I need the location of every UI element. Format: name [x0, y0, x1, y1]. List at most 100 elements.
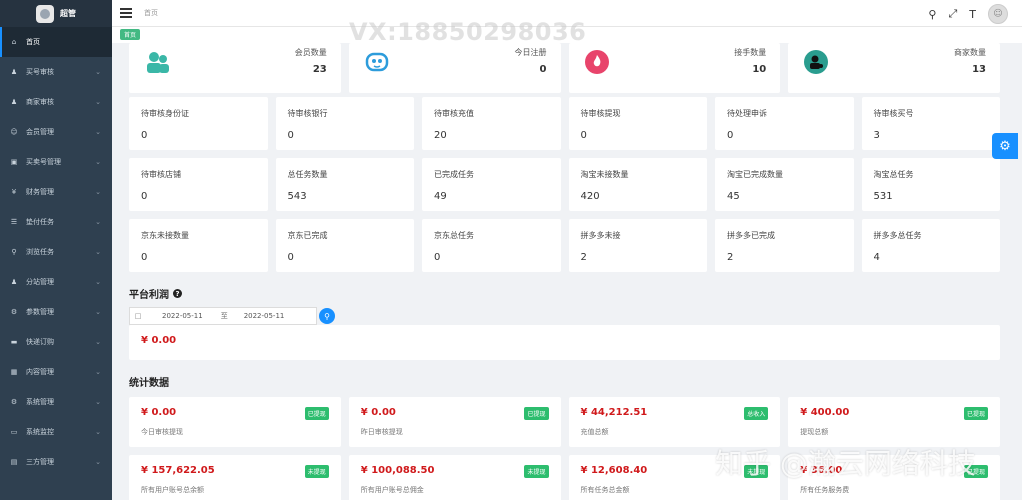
metric-value: 3: [873, 130, 880, 141]
statistic-amount: ¥ 0.00: [141, 407, 177, 418]
sidebar-item-8[interactable]: ♟ 分站管理 ⌄: [0, 267, 112, 297]
grid-icon: ▦: [10, 368, 18, 376]
sidebar-item-label: 内容管理: [26, 368, 54, 376]
sidebar-item-label: 财务管理: [26, 188, 54, 196]
date-separator: 至: [220, 312, 228, 320]
home-icon: ⌂: [11, 38, 17, 46]
metric-label: 待审核店铺: [141, 170, 181, 179]
statistic-desc: 所有任务总金额: [580, 486, 630, 494]
settings-float-button[interactable]: ⚙: [992, 133, 1018, 159]
breadcrumb[interactable]: 首页: [144, 8, 158, 18]
font-size-icon[interactable]: T: [969, 8, 976, 21]
avatar[interactable]: ☺: [988, 4, 1008, 24]
metric-label: 淘宝未接数量: [580, 170, 629, 179]
robot-icon: [363, 48, 391, 76]
sidebar: 超管 ⌂ 首页 ♟ 买号审核 ⌄ ♟ 商家审核 ⌄ ☺ 会员管理 ⌄ ▣ 买卖号管理 ⌄ ¥ 财务管理 ⌄ ☰ 垫付…: [0, 0, 112, 500]
sidebar-item-2[interactable]: ♟ 商家审核 ⌄: [0, 87, 112, 117]
gear-icon: ⚙: [999, 138, 1011, 154]
metric-cell: 待审核店铺 0: [129, 158, 268, 211]
metric-value: 2: [580, 252, 587, 263]
chevron-down-icon: ⌄: [95, 218, 101, 226]
metric-label: 待审核买号: [873, 109, 914, 118]
metric-label: 拼多多未接: [580, 231, 621, 240]
sidebar-item-3[interactable]: ☺ 会员管理 ⌄: [0, 117, 112, 147]
sidebar-item-12[interactable]: ⚙ 系统管理 ⌄: [0, 387, 112, 417]
help-icon[interactable]: ?: [173, 289, 182, 298]
metric-label: 京东总任务: [434, 231, 474, 240]
end-date[interactable]: 2022-05-11: [244, 312, 285, 320]
statistic-desc: 昨日审核提现: [360, 428, 403, 436]
stat-label: 今日注册: [514, 48, 547, 57]
statistic-desc: 提现总额: [800, 428, 829, 436]
metric-cell: 待审核身份证 0: [129, 97, 268, 150]
sidebar-item-4[interactable]: ▣ 买卖号管理 ⌄: [0, 147, 112, 177]
user-icon: ♟: [10, 98, 18, 106]
statistic-amount: ¥ 44,212.51: [580, 407, 648, 418]
car-icon: ▣: [10, 158, 18, 166]
brand-name: 超管: [60, 9, 76, 18]
profit-title-text: 平台利润: [129, 290, 169, 301]
sidebar-item-9[interactable]: ⚙ 参数管理 ⌄: [0, 297, 112, 327]
sidebar-item-label: 浏览任务: [26, 248, 54, 256]
search-icon[interactable]: ⚲: [928, 8, 936, 21]
metric-value: 0: [727, 130, 734, 141]
sidebar-item-14[interactable]: ▤ 三方管理 ⌄: [0, 447, 112, 477]
statistic-card: ¥ 0.00 已提现 今日审核提现: [129, 397, 341, 447]
sidebar-item-1[interactable]: ♟ 买号审核 ⌄: [0, 57, 112, 87]
gear-icon: ⚙: [10, 398, 18, 406]
metric-label: 待审核提现: [580, 109, 621, 118]
metric-value: 0: [580, 130, 587, 141]
metric-cell: 拼多多已完成 2: [715, 219, 854, 272]
statistic-desc: 所有用户账号总佣金: [360, 486, 424, 494]
sidebar-item-label: 首页: [26, 38, 40, 46]
watermark-top: VX:18850298036: [349, 18, 587, 46]
sidebar-item-11[interactable]: ▦ 内容管理 ⌄: [0, 357, 112, 387]
metric-cell: 总任务数量 543: [275, 158, 414, 211]
sidebar-item-7[interactable]: ⚲ 浏览任务 ⌄: [0, 237, 112, 267]
sidebar-item-label: 快递订购: [26, 338, 54, 346]
sidebar-item-label: 系统管理: [26, 398, 54, 406]
date-range-picker[interactable]: □ 2022-05-11 至 2022-05-11: [129, 307, 317, 325]
sidebar-item-6[interactable]: ☰ 垫付任务 ⌄: [0, 207, 112, 237]
chevron-down-icon: ⌄: [95, 278, 101, 286]
metric-cell: 待处理申诉 0: [715, 97, 854, 150]
sidebar-item-0[interactable]: ⌂ 首页: [0, 27, 112, 57]
metric-value: 0: [141, 191, 148, 202]
stat-label: 商家数量: [954, 48, 986, 57]
list-icon: ☰: [10, 218, 18, 226]
metric-cell: 淘宝未接数量 420: [568, 158, 707, 211]
metric-label: 淘宝已完成数量: [727, 170, 783, 179]
start-date[interactable]: 2022-05-11: [162, 312, 203, 320]
sidebar-item-label: 买号审核: [26, 68, 54, 76]
brand[interactable]: 超管: [0, 0, 112, 27]
statistic-amount: ¥ 157,622.05: [141, 465, 215, 476]
menu-toggle-icon[interactable]: [120, 8, 132, 18]
sidebar-item-label: 商家审核: [26, 98, 54, 106]
metric-cell: 京东总任务 0: [422, 219, 561, 272]
metric-label: 待审核充值: [434, 109, 474, 118]
statistics-title: 统计数据: [129, 378, 169, 389]
tag-home[interactable]: 首页: [120, 29, 141, 40]
fullscreen-icon[interactable]: ⤢: [948, 7, 957, 21]
sidebar-item-13[interactable]: ▭ 系统监控 ⌄: [0, 417, 112, 447]
statistic-card: ¥ 400.00 已提现 提现总额: [788, 397, 1000, 447]
sidebar-item-5[interactable]: ¥ 财务管理 ⌄: [0, 177, 112, 207]
stat-value: 0: [539, 64, 547, 75]
stat-card: 会员数量 23: [129, 43, 341, 93]
users-icon: [143, 48, 171, 76]
metric-label: 已完成任务: [434, 170, 474, 179]
statistic-desc: 今日审核提现: [141, 428, 183, 436]
chevron-down-icon: ⌄: [95, 248, 101, 256]
merchant-icon: [802, 48, 830, 76]
metric-cell: 待审核银行 0: [275, 97, 414, 150]
statistic-card: ¥ 100,088.50 未提现 所有用户账号总佣金: [348, 455, 561, 500]
sidebar-item-label: 三方管理: [26, 458, 54, 466]
metric-label: 待处理申诉: [727, 109, 767, 118]
truck-icon: ▬: [10, 338, 18, 346]
sidebar-item-10[interactable]: ▬ 快递订购 ⌄: [0, 327, 112, 357]
statistic-card: ¥ 0.00 已提现 昨日审核提现: [348, 397, 561, 447]
search-button[interactable]: ⚲: [319, 308, 335, 324]
stat-label: 接手数量: [734, 48, 767, 57]
metric-label: 京东未接数量: [141, 231, 189, 240]
metric-label: 拼多多已完成: [727, 231, 775, 240]
